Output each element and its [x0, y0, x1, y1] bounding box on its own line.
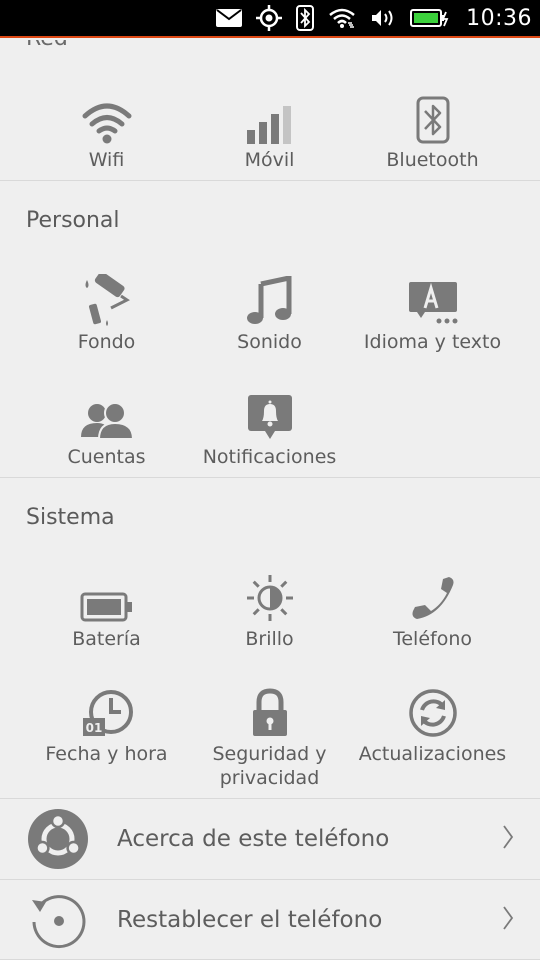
- about-phone-row[interactable]: Acerca de este teléfono: [0, 799, 540, 879]
- chevron-right-icon: [502, 905, 514, 935]
- accounts-icon: [79, 387, 135, 441]
- svg-text:01: 01: [85, 721, 102, 735]
- tile-label: Brillo: [245, 628, 294, 650]
- notification-bell-icon: [246, 387, 294, 441]
- tile-notificaciones[interactable]: Notificaciones: [188, 387, 351, 469]
- tile-movil[interactable]: Móvil: [188, 90, 351, 172]
- tile-label: Notificaciones: [202, 446, 337, 468]
- tile-idioma[interactable]: Idioma y texto: [351, 272, 514, 354]
- phone-icon: [409, 569, 457, 623]
- tile-telefono[interactable]: Teléfono: [351, 569, 514, 651]
- battery-status-icon[interactable]: [410, 8, 450, 28]
- update-icon: [408, 684, 458, 738]
- tile-wifi[interactable]: Wifi: [25, 90, 188, 172]
- section-title-sistema: Sistema: [26, 505, 115, 530]
- mail-icon[interactable]: [216, 9, 243, 27]
- settings-content[interactable]: Red Wifi Móvil Bluetooth Personal Fondo …: [0, 40, 540, 960]
- section-title-red: Red: [26, 40, 68, 51]
- tile-label: Seguridad y privacidad: [212, 743, 327, 789]
- bluetooth-icon: [416, 90, 450, 144]
- bluetooth-status-icon[interactable]: [296, 5, 315, 31]
- music-note-icon: [246, 272, 293, 326]
- wifi-status-icon[interactable]: [328, 7, 356, 29]
- ubuntu-logo-icon: [28, 809, 88, 869]
- tile-bateria[interactable]: Batería: [25, 569, 188, 651]
- tile-bluetooth[interactable]: Bluetooth: [351, 90, 514, 172]
- tile-seguridad[interactable]: Seguridad y privacidad: [188, 684, 351, 790]
- reset-phone-label: Restablecer el teléfono: [117, 907, 383, 933]
- paint-roller-icon: [81, 272, 133, 326]
- cellular-signal-icon: [246, 90, 294, 144]
- padlock-icon: [250, 684, 290, 738]
- tile-label: Sonido: [237, 331, 302, 353]
- divider: [0, 477, 540, 478]
- battery-icon: [80, 569, 134, 623]
- brightness-icon: [245, 569, 295, 623]
- tile-label: Fecha y hora: [45, 743, 168, 765]
- tile-label: Fondo: [77, 331, 136, 353]
- tile-label: Móvil: [244, 149, 295, 171]
- tile-sonido[interactable]: Sonido: [188, 272, 351, 354]
- clock-calendar-icon: 01: [81, 684, 133, 738]
- divider: [0, 180, 540, 181]
- chevron-right-icon: [502, 824, 514, 854]
- volume-icon[interactable]: [370, 8, 396, 28]
- tile-label: Batería: [72, 628, 141, 650]
- language-keyboard-icon: [407, 272, 459, 326]
- reset-icon: [28, 890, 88, 950]
- tile-fondo[interactable]: Fondo: [25, 272, 188, 354]
- tile-label: Teléfono: [392, 628, 472, 650]
- tile-label: Actualizaciones: [358, 743, 507, 765]
- status-bar: 10:36: [0, 0, 540, 38]
- section-title-personal: Personal: [26, 208, 120, 233]
- tile-actualizaciones[interactable]: Actualizaciones: [351, 684, 514, 766]
- tile-label: Wifi: [88, 149, 125, 171]
- tile-label: Bluetooth: [386, 149, 479, 171]
- location-icon[interactable]: [256, 5, 283, 31]
- about-phone-label: Acerca de este teléfono: [117, 826, 390, 852]
- tile-fecha-hora[interactable]: 01 Fecha y hora: [25, 684, 188, 766]
- clock[interactable]: 10:36: [466, 6, 532, 31]
- tile-label: Cuentas: [67, 446, 146, 468]
- tile-label: Idioma y texto: [363, 331, 502, 353]
- tile-cuentas[interactable]: Cuentas: [25, 387, 188, 469]
- wifi-icon: [82, 90, 132, 144]
- reset-phone-row[interactable]: Restablecer el teléfono: [0, 880, 540, 960]
- tile-brillo[interactable]: Brillo: [188, 569, 351, 651]
